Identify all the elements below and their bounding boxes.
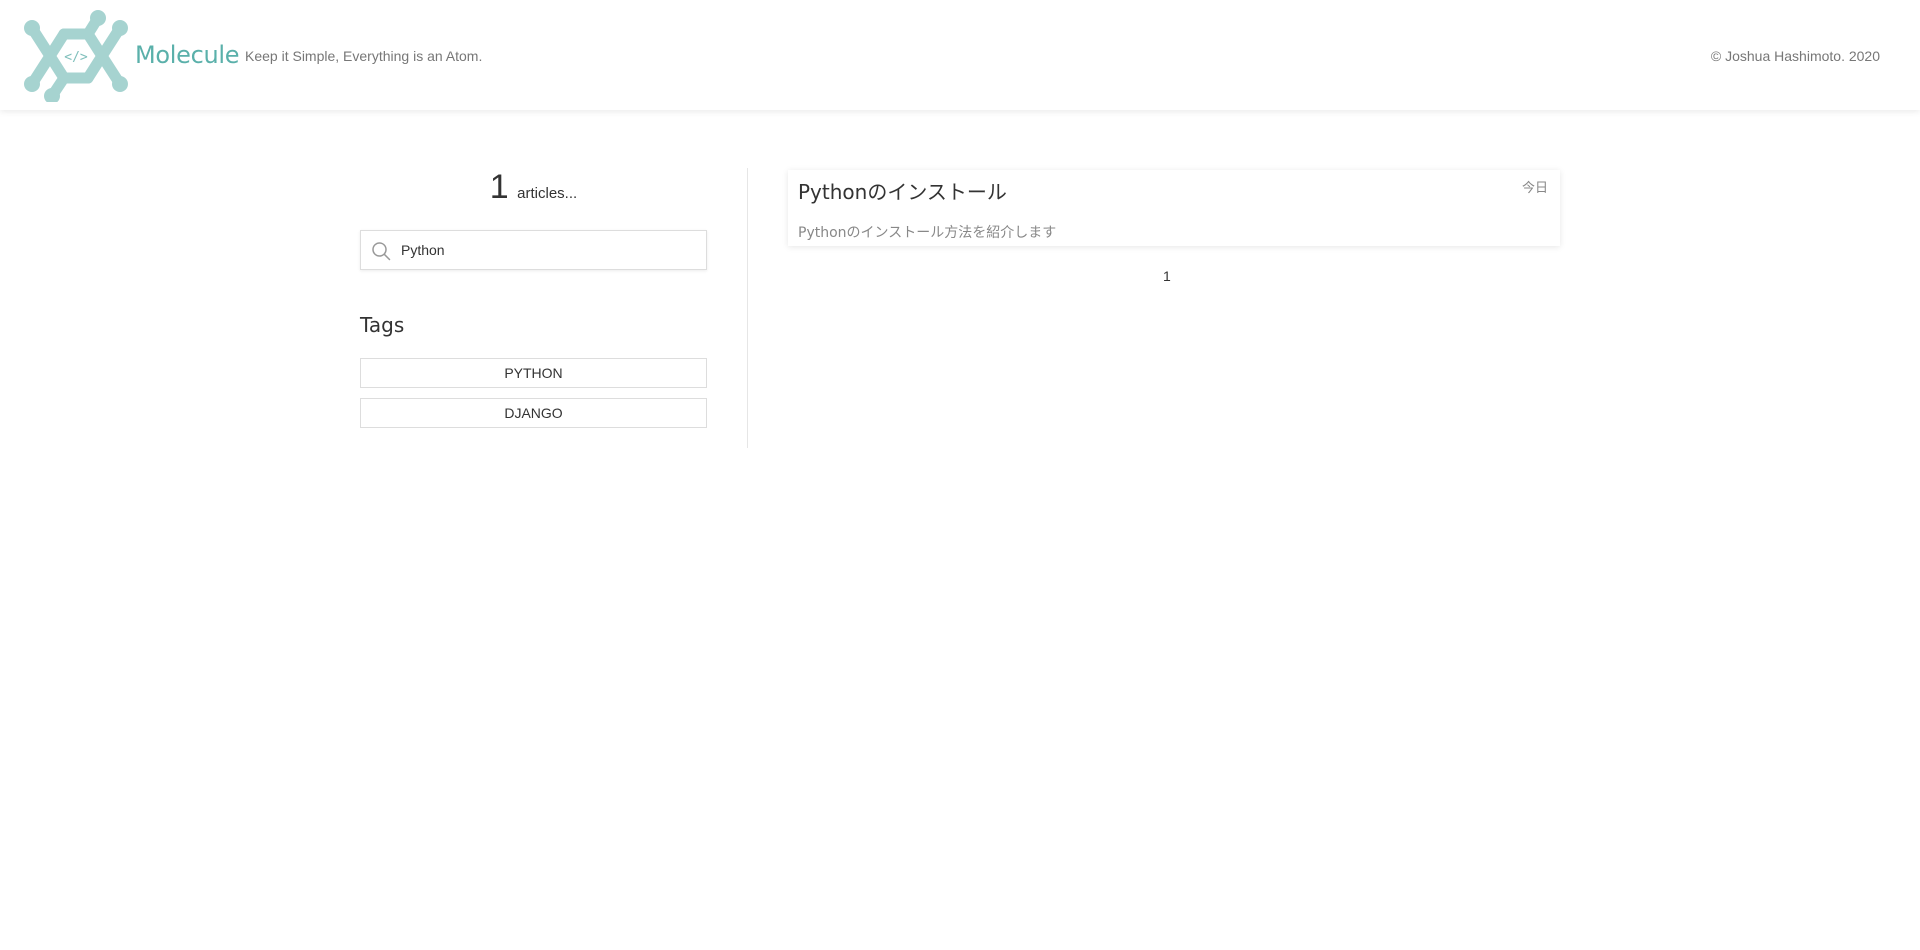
brand-name[interactable]: Molecule: [135, 41, 240, 69]
article-count: 1 articles...: [360, 168, 707, 214]
site-header: </> Molecule Keep it Simple, Everything …: [0, 0, 1920, 110]
tags-heading: Tags: [360, 313, 405, 337]
logo-link[interactable]: </>: [24, 10, 128, 102]
tag-button-django[interactable]: DJANGO: [360, 398, 707, 428]
logo-code-glyph: </>: [64, 50, 88, 65]
site-tagline: Keep it Simple, Everything is an Atom.: [245, 48, 483, 64]
sidebar: 1 articles... Tags PYTHON DJANGO: [360, 168, 707, 428]
search-icon: [372, 242, 391, 261]
article-summary: Pythonのインストール方法を紹介します: [798, 225, 1057, 241]
search-box: [360, 230, 707, 270]
article-date: 今日: [1521, 181, 1548, 196]
article-card[interactable]: Pythonのインストール 今日 Pythonのインストール方法を紹介します: [788, 170, 1560, 246]
tag-button-python[interactable]: PYTHON: [360, 358, 707, 388]
pagination-page-1[interactable]: 1: [1163, 268, 1171, 284]
column-divider: [747, 168, 748, 448]
copyright-text: © Joshua Hashimoto. 2020: [1710, 48, 1880, 64]
molecule-logo-icon: </>: [24, 10, 128, 102]
article-count-number: 1: [489, 168, 509, 206]
article-count-label: articles...: [517, 185, 578, 202]
search-input[interactable]: [401, 235, 696, 265]
article-title[interactable]: Pythonのインストール: [798, 176, 1007, 205]
